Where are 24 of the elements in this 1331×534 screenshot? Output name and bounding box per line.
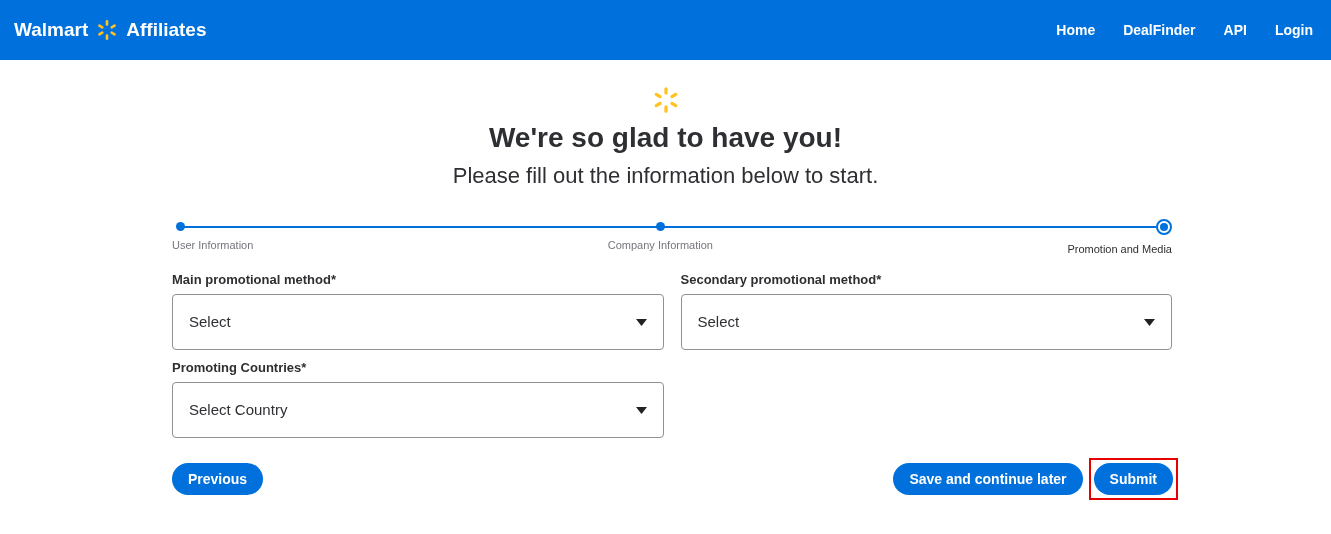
pill-button[interactable]: Save and continue later — [893, 463, 1083, 495]
page-title: We're so glad to have you! — [488, 121, 843, 155]
field-label: Main promotional method* — [172, 271, 337, 289]
nav-link[interactable]: API — [1209, 20, 1261, 40]
spark-icon — [96, 19, 119, 41]
select-field[interactable]: Select — [680, 294, 1172, 350]
step-label: Promotion and Media — [1067, 242, 1172, 257]
brand-name: Affiliates — [126, 17, 207, 42]
nav-link[interactable]: Login — [1260, 20, 1327, 40]
select-field[interactable]: Select Country — [172, 382, 664, 438]
pill-button[interactable]: Previous — [172, 463, 264, 495]
step-label: Company Information — [607, 238, 713, 253]
caret-icon — [1144, 318, 1155, 326]
nav-link[interactable]: Home — [1042, 20, 1110, 40]
page-subtitle: Please fill out the information below to start. — [452, 162, 879, 190]
field-label: Secondary promotional method* — [680, 271, 883, 289]
select-field[interactable]: Select — [172, 294, 664, 350]
caret-icon — [635, 318, 647, 326]
step-label: User Information — [172, 238, 254, 253]
nav-link[interactable]: DealFinder — [1109, 20, 1210, 40]
pill-button[interactable]: Submit — [1093, 463, 1173, 495]
brand-name: Walmart — [14, 17, 89, 42]
caret-icon — [635, 406, 647, 414]
field-label: Promoting Countries* — [172, 359, 308, 377]
